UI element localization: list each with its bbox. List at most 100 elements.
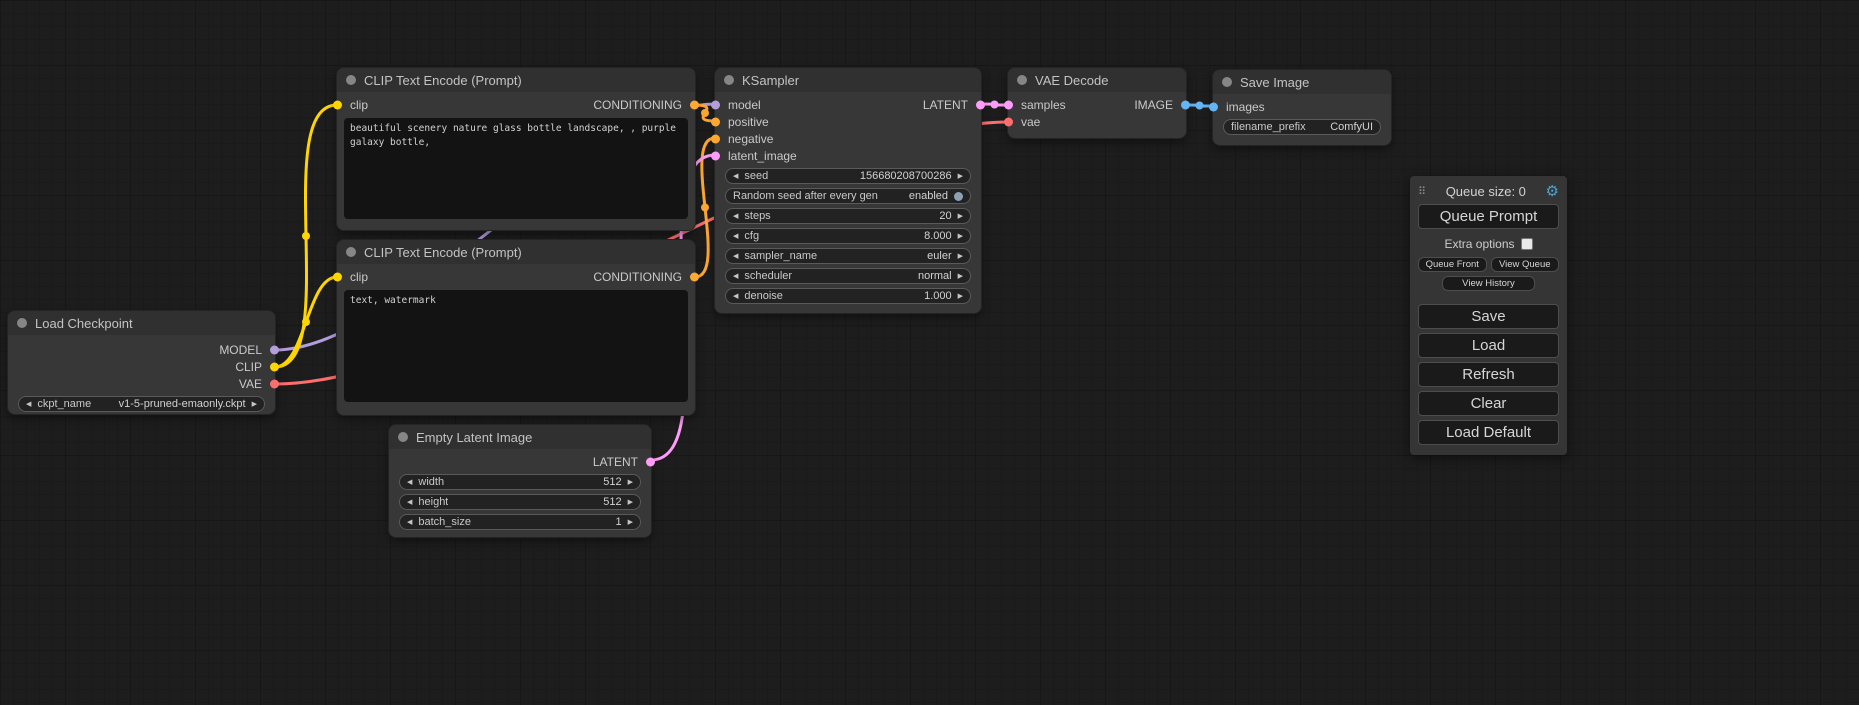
prompt-textarea[interactable]: text, watermark <box>344 290 688 402</box>
increment-arrow-icon[interactable]: ▶ <box>628 479 633 486</box>
decrement-arrow-icon[interactable]: ◀ <box>733 213 738 220</box>
queue-small-buttons-row: Queue Front View Queue <box>1418 253 1559 272</box>
increment-arrow-icon[interactable]: ▶ <box>958 273 963 280</box>
decrement-arrow-icon[interactable]: ◀ <box>733 253 738 260</box>
input-pin-clip[interactable] <box>333 272 342 281</box>
collapse-dot-icon[interactable] <box>1017 75 1027 85</box>
settings-gear-icon[interactable]: ⚙ <box>1546 182 1559 200</box>
decrement-arrow-icon[interactable]: ◀ <box>26 401 31 408</box>
decrement-arrow-icon[interactable]: ◀ <box>733 173 738 180</box>
refresh-button[interactable]: Refresh <box>1418 362 1559 387</box>
widget-ckpt-name[interactable]: ◀ ckpt_name v1-5-pruned-emaonly.ckpt ▶ <box>18 396 265 412</box>
widget-cfg[interactable]: ◀ cfg 8.000 ▶ <box>725 228 971 244</box>
graph-canvas[interactable]: Load Checkpoint MODEL CLIP VAE ◀ ckpt_na… <box>0 0 1859 705</box>
input-slot-negative: negative <box>715 130 981 147</box>
prompt-textarea[interactable]: beautiful scenery nature glass bottle la… <box>344 118 688 219</box>
queue-front-button[interactable]: Queue Front <box>1418 257 1487 272</box>
decrement-arrow-icon[interactable]: ◀ <box>407 499 412 506</box>
node-title-bar[interactable]: Load Checkpoint <box>8 311 275 335</box>
wire-clip-1 <box>275 105 337 367</box>
widget-width[interactable]: ◀ width 512 ▶ <box>399 474 641 490</box>
input-pin-model[interactable] <box>711 100 720 109</box>
widget-control-after-generate[interactable]: Random seed after every gen enabled <box>725 188 971 204</box>
slot-row: clip CONDITIONING <box>337 96 695 113</box>
output-pin-conditioning[interactable] <box>690 272 699 281</box>
node-title-bar[interactable]: CLIP Text Encode (Prompt) <box>337 68 695 92</box>
node-empty-latent-image[interactable]: Empty Latent Image LATENT ◀ width 512 ▶ … <box>389 425 651 537</box>
queue-size-label: Queue size: 0 <box>1426 184 1545 199</box>
increment-arrow-icon[interactable]: ▶ <box>958 253 963 260</box>
node-clip-text-encode-positive[interactable]: CLIP Text Encode (Prompt) clip CONDITION… <box>337 68 695 230</box>
view-queue-button[interactable]: View Queue <box>1491 257 1560 272</box>
collapse-dot-icon[interactable] <box>724 75 734 85</box>
node-title-bar[interactable]: CLIP Text Encode (Prompt) <box>337 240 695 264</box>
view-history-button[interactable]: View History <box>1442 276 1535 291</box>
extra-options-row: Extra options <box>1418 237 1559 251</box>
collapse-dot-icon[interactable] <box>17 318 27 328</box>
widget-seed[interactable]: ◀ seed 156680208700286 ▶ <box>725 168 971 184</box>
collapse-dot-icon[interactable] <box>1222 77 1232 87</box>
node-clip-text-encode-negative[interactable]: CLIP Text Encode (Prompt) clip CONDITION… <box>337 240 695 415</box>
decrement-arrow-icon[interactable]: ◀ <box>733 273 738 280</box>
decrement-arrow-icon[interactable]: ◀ <box>733 293 738 300</box>
increment-arrow-icon[interactable]: ▶ <box>958 213 963 220</box>
increment-arrow-icon[interactable]: ▶ <box>628 499 633 506</box>
input-pin-images[interactable] <box>1209 102 1218 111</box>
node-ksampler[interactable]: KSampler model LATENT positive negative … <box>715 68 981 313</box>
decrement-arrow-icon[interactable]: ◀ <box>407 519 412 526</box>
widget-batch-size[interactable]: ◀ batch_size 1 ▶ <box>399 514 641 530</box>
collapse-dot-icon[interactable] <box>346 247 356 257</box>
slot-row-samples-image: samples IMAGE <box>1008 96 1186 113</box>
widget-scheduler[interactable]: ◀ scheduler normal ▶ <box>725 268 971 284</box>
increment-arrow-icon[interactable]: ▶ <box>958 293 963 300</box>
toggle-knob-icon[interactable] <box>954 192 963 201</box>
input-pin-negative[interactable] <box>711 134 720 143</box>
save-button[interactable]: Save <box>1418 304 1559 329</box>
widget-steps[interactable]: ◀ steps 20 ▶ <box>725 208 971 224</box>
output-pin-latent[interactable] <box>646 457 655 466</box>
input-pin-samples[interactable] <box>1004 100 1013 109</box>
increment-arrow-icon[interactable]: ▶ <box>958 233 963 240</box>
widget-height[interactable]: ◀ height 512 ▶ <box>399 494 641 510</box>
node-title-bar[interactable]: Save Image <box>1213 70 1391 94</box>
decrement-arrow-icon[interactable]: ◀ <box>407 479 412 486</box>
input-pin-latent-image[interactable] <box>711 151 720 160</box>
collapse-dot-icon[interactable] <box>346 75 356 85</box>
output-pin-vae[interactable] <box>270 379 279 388</box>
node-title-bar[interactable]: VAE Decode <box>1008 68 1186 92</box>
node-save-image[interactable]: Save Image images filename_prefix ComfyU… <box>1213 70 1391 145</box>
input-pin-clip[interactable] <box>333 100 342 109</box>
clear-button[interactable]: Clear <box>1418 391 1559 416</box>
queue-prompt-button[interactable]: Queue Prompt <box>1418 204 1559 229</box>
collapse-dot-icon[interactable] <box>398 432 408 442</box>
node-load-checkpoint[interactable]: Load Checkpoint MODEL CLIP VAE ◀ ckpt_na… <box>8 311 275 414</box>
node-vae-decode[interactable]: VAE Decode samples IMAGE vae <box>1008 68 1186 138</box>
load-button[interactable]: Load <box>1418 333 1559 358</box>
widget-sampler-name[interactable]: ◀ sampler_name euler ▶ <box>725 248 971 264</box>
extra-options-label: Extra options <box>1444 237 1514 251</box>
queue-panel: ⠿ Queue size: 0 ⚙ Queue Prompt Extra opt… <box>1410 176 1567 455</box>
output-pin-model[interactable] <box>270 345 279 354</box>
input-pin-vae[interactable] <box>1004 117 1013 126</box>
output-pin-latent[interactable] <box>976 100 985 109</box>
input-pin-positive[interactable] <box>711 117 720 126</box>
node-title-bar[interactable]: Empty Latent Image <box>389 425 651 449</box>
output-pin-image[interactable] <box>1181 100 1190 109</box>
increment-arrow-icon[interactable]: ▶ <box>252 401 257 408</box>
node-title-bar[interactable]: KSampler <box>715 68 981 92</box>
decrement-arrow-icon[interactable]: ◀ <box>733 233 738 240</box>
node-title: Load Checkpoint <box>35 316 133 331</box>
view-history-row: View History <box>1418 272 1559 291</box>
output-pin-conditioning[interactable] <box>690 100 699 109</box>
drag-handle-icon[interactable]: ⠿ <box>1418 185 1426 198</box>
widget-filename-prefix[interactable]: filename_prefix ComfyUI <box>1223 119 1381 135</box>
node-title: Save Image <box>1240 75 1309 90</box>
widget-denoise[interactable]: ◀ denoise 1.000 ▶ <box>725 288 971 304</box>
wire-midpoint-dot <box>1196 102 1204 110</box>
load-default-button[interactable]: Load Default <box>1418 420 1559 445</box>
extra-options-checkbox[interactable] <box>1521 238 1533 250</box>
output-slot-vae: VAE <box>8 375 275 392</box>
output-pin-clip[interactable] <box>270 362 279 371</box>
increment-arrow-icon[interactable]: ▶ <box>628 519 633 526</box>
increment-arrow-icon[interactable]: ▶ <box>958 173 963 180</box>
